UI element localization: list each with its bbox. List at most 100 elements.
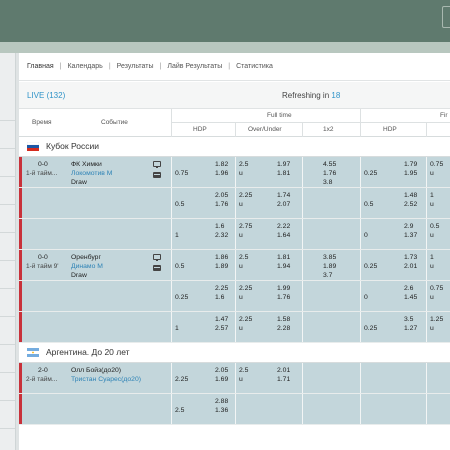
draw-label: Draw — [71, 179, 87, 186]
match-period: 1-й тайм... — [26, 170, 58, 177]
stats-icon[interactable] — [153, 265, 161, 271]
fh-hdp-home-odds[interactable]: 1.48 — [404, 191, 417, 200]
refresh-status: Refreshing in 18 — [282, 91, 341, 100]
nav-item-results[interactable]: Результаты — [117, 63, 154, 70]
column-divider — [426, 188, 427, 218]
column-divider — [426, 219, 427, 249]
x12-draw-odds[interactable]: 3.7 — [323, 271, 332, 280]
hdp-away-odds[interactable]: 1.76 — [215, 200, 228, 209]
odds-row: 2-0 2-й тайм... Олл Бойз(до20) Тристан Суар… — [19, 363, 450, 394]
ou-over-odds[interactable]: 1.58 — [277, 315, 290, 324]
nav-item-statistics[interactable]: Статистика — [236, 63, 273, 70]
ou-under-odds[interactable]: 1.94 — [277, 262, 290, 271]
live-indicator — [19, 188, 22, 218]
hdp-home-odds[interactable]: 2.05 — [215, 191, 228, 200]
x12-away-odds[interactable]: 1.89 — [323, 262, 336, 271]
hdp-away-odds[interactable]: 1.96 — [215, 169, 228, 178]
x12-draw-odds[interactable]: 3.8 — [323, 178, 332, 187]
league-header: Кубок России — [19, 137, 450, 157]
home-team[interactable]: Олл Бойз(до20) — [71, 366, 121, 375]
fh-hdp-home-odds[interactable]: 3.5 — [404, 315, 413, 324]
hdp-home-odds[interactable]: 1.82 — [215, 160, 228, 169]
hdp-home-odds[interactable]: 2.88 — [215, 397, 228, 406]
fh-hdp-away-odds[interactable]: 2.52 — [404, 200, 417, 209]
ou-line: 2.75 — [239, 223, 253, 230]
column-divider — [171, 394, 172, 424]
league-name[interactable]: Аргентина. До 20 лет — [46, 347, 130, 357]
tv-icon[interactable] — [153, 161, 161, 168]
fh-hdp-home-odds[interactable]: 2.6 — [404, 284, 413, 293]
live-count-link[interactable]: LIVE (132) — [27, 91, 65, 100]
hdp-away-odds[interactable]: 2.57 — [215, 324, 228, 333]
hdp-home-odds[interactable]: 2.05 — [215, 366, 228, 375]
ou-over-odds[interactable]: 2.22 — [277, 222, 290, 231]
fh-hdp-home-odds[interactable]: 1.79 — [404, 160, 417, 169]
ou-under-odds[interactable]: 2.07 — [277, 200, 290, 209]
x12-away-odds[interactable]: 1.76 — [323, 169, 336, 178]
away-team[interactable]: Динамо М — [71, 262, 103, 271]
odds-row: 0-0 1-й тайм... ФК Химки Локомотив М Draw 0.7… — [19, 157, 450, 188]
column-divider — [235, 363, 236, 393]
ou-under-odds[interactable]: 1.71 — [277, 375, 290, 384]
away-team[interactable]: Локомотив М — [71, 169, 112, 178]
nav-item-live-results[interactable]: Лайв Результаты — [167, 63, 222, 70]
hdp-away-odds[interactable]: 1.36 — [215, 406, 228, 415]
away-team[interactable]: Тристан Суарес(до20) — [71, 375, 141, 384]
fh-hdp-away-odds[interactable]: 2.01 — [404, 262, 417, 271]
tv-icon[interactable] — [153, 254, 161, 261]
column-divider — [302, 394, 303, 424]
hdp-home-odds[interactable]: 1.86 — [215, 253, 228, 262]
hdp-away-odds[interactable]: 1.6 — [215, 293, 224, 302]
home-team[interactable]: Оренбург — [71, 253, 101, 262]
ou-over-odds[interactable]: 1.99 — [277, 284, 290, 293]
live-indicator — [19, 281, 22, 311]
hdp-away-odds[interactable]: 2.32 — [215, 231, 228, 240]
column-divider — [235, 188, 236, 218]
column-divider — [171, 188, 172, 218]
nav-item-home[interactable]: Главная — [27, 63, 54, 70]
hdp-home-odds[interactable]: 1.6 — [215, 222, 224, 231]
x12-home-odds[interactable]: 4.55 — [323, 160, 336, 169]
column-divider — [302, 188, 303, 218]
column-divider — [360, 157, 361, 187]
stats-icon[interactable] — [153, 172, 161, 178]
hdp-line: 0.5 — [175, 201, 185, 208]
fh-hdp-home-odds[interactable]: 2.9 — [404, 222, 413, 231]
column-divider — [235, 219, 236, 249]
ou-under-odds[interactable]: 1.81 — [277, 169, 290, 178]
ou-over-odds[interactable]: 1.81 — [277, 253, 290, 262]
column-divider — [171, 363, 172, 393]
fh-hdp-away-odds[interactable]: 1.37 — [404, 231, 417, 240]
ou-over-odds[interactable]: 1.97 — [277, 160, 290, 169]
fh-hdp-home-odds[interactable]: 1.73 — [404, 253, 417, 262]
hdp-away-odds[interactable]: 1.89 — [215, 262, 228, 271]
column-divider — [426, 250, 427, 280]
header-1x2: 1x2 — [323, 126, 334, 133]
hdp-line: 0.5 — [175, 263, 185, 270]
ou-over-odds[interactable]: 1.74 — [277, 191, 290, 200]
ou-under-odds[interactable]: 2.28 — [277, 324, 290, 333]
column-divider — [235, 394, 236, 424]
x12-home-odds[interactable]: 3.85 — [323, 253, 336, 262]
live-indicator — [19, 312, 22, 342]
fh-ou-under-label: u — [430, 170, 434, 177]
header-button[interactable] — [442, 6, 450, 28]
hdp-home-odds[interactable]: 2.25 — [215, 284, 228, 293]
league-name[interactable]: Кубок России — [46, 141, 99, 151]
fh-hdp-away-odds[interactable]: 1.45 — [404, 293, 417, 302]
odds-table-header: Время Событие Full time Fir HDP Over/Und… — [19, 109, 450, 137]
ou-under-odds[interactable]: 1.64 — [277, 231, 290, 240]
hdp-away-odds[interactable]: 1.69 — [215, 375, 228, 384]
column-divider — [426, 157, 427, 187]
ou-under-odds[interactable]: 1.76 — [277, 293, 290, 302]
home-team[interactable]: ФК Химки — [71, 160, 102, 169]
live-bar: LIVE (132) Refreshing in 18 — [19, 82, 450, 109]
ou-over-odds[interactable]: 2.01 — [277, 366, 290, 375]
fh-hdp-away-odds[interactable]: 1.95 — [404, 169, 417, 178]
fh-hdp-away-odds[interactable]: 1.27 — [404, 324, 417, 333]
fh-ou-under-label: u — [430, 201, 434, 208]
nav-item-calendar[interactable]: Календарь — [67, 63, 102, 70]
hdp-home-odds[interactable]: 1.47 — [215, 315, 228, 324]
fh-hdp-line: 0 — [364, 294, 368, 301]
column-divider — [360, 250, 361, 280]
